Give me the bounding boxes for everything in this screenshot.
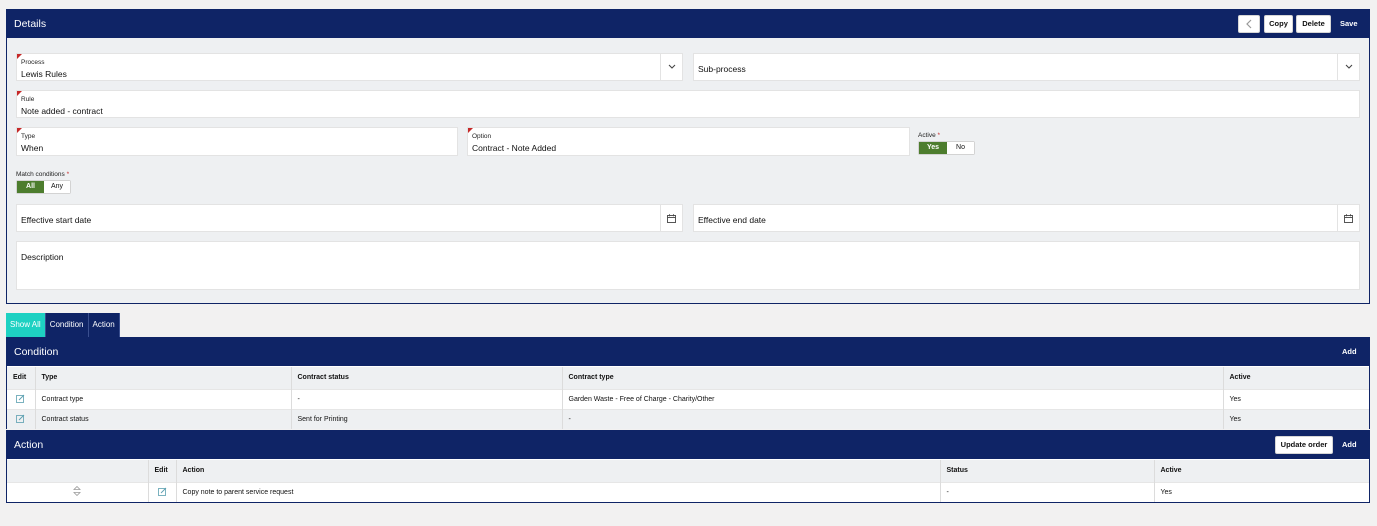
update-order-button[interactable]: Update order <box>1275 436 1333 454</box>
condition-header: Condition Add <box>7 338 1369 366</box>
active-cell: Yes <box>1223 388 1369 409</box>
chevron-down-icon[interactable] <box>1337 54 1359 80</box>
edit-icon[interactable] <box>157 487 167 496</box>
option-label: Option <box>472 133 492 140</box>
add-condition-button[interactable]: Add <box>1342 343 1357 361</box>
effective-start-date-field[interactable]: Effective start date <box>16 204 683 232</box>
match-all-option[interactable]: All <box>17 181 44 193</box>
chevron-down-icon[interactable] <box>660 54 682 80</box>
details-title: Details <box>14 18 47 30</box>
column-header: Active <box>1223 367 1369 389</box>
condition-panel: Condition Add Edit Type Contract status … <box>6 337 1370 429</box>
column-header: Contract type <box>562 367 1224 389</box>
rule-field[interactable]: Rule Note added - contract <box>16 90 1360 118</box>
description-field[interactable]: Description <box>16 241 1360 290</box>
process-label: Process <box>21 59 45 66</box>
status-cell: - <box>940 481 1155 502</box>
type-cell: Contract type <box>35 388 292 409</box>
tab-show-all[interactable]: Show All <box>6 313 46 337</box>
option-value: Contract - Note Added <box>472 143 557 153</box>
edit-icon[interactable] <box>16 414 25 423</box>
edit-cell <box>148 481 177 502</box>
details-panel: Details Copy Delete Save Process Lewis R… <box>6 9 1370 304</box>
action-table: Edit Action Status Active Copy note to p… <box>7 460 1369 502</box>
active-yes-option[interactable]: Yes <box>919 142 947 154</box>
active-label: Active * <box>918 132 941 139</box>
column-header: Type <box>35 367 292 389</box>
column-header: Edit <box>7 367 36 389</box>
subprocess-select[interactable]: Sub-process <box>693 53 1360 81</box>
copy-button[interactable]: Copy <box>1264 15 1293 33</box>
option-field[interactable]: Option Contract - Note Added <box>467 127 910 156</box>
active-no-option[interactable]: No <box>947 142 974 154</box>
contract-status-cell: - <box>291 388 563 409</box>
save-button[interactable]: Save <box>1340 15 1358 33</box>
table-row: Contract status Sent for Printing - Yes <box>7 408 1369 429</box>
drag-handle-icon[interactable] <box>73 486 82 497</box>
edit-cell <box>7 388 36 409</box>
section-tabs: Show All Condition Action <box>6 313 120 337</box>
column-header: Edit <box>148 460 177 482</box>
active-toggle: Yes No <box>918 141 975 155</box>
type-cell: Contract status <box>35 408 292 429</box>
tab-condition[interactable]: Condition <box>45 313 89 337</box>
contract-type-cell: - <box>562 408 1224 429</box>
rule-label: Rule <box>21 96 35 103</box>
effective-end-date-field[interactable]: Effective end date <box>693 204 1360 232</box>
match-conditions-label: Match conditions * <box>16 171 70 178</box>
condition-title: Condition <box>14 346 59 358</box>
column-header: Action <box>176 460 941 482</box>
table-header-row: Edit Action Status Active <box>7 460 1369 482</box>
action-header: Action Update order Add <box>7 431 1369 459</box>
column-header <box>7 460 149 482</box>
edit-cell <box>7 408 36 429</box>
table-row: Contract type - Garden Waste - Free of C… <box>7 388 1369 409</box>
active-cell: Yes <box>1223 408 1369 429</box>
process-value: Lewis Rules <box>21 69 67 79</box>
type-label: Type <box>21 133 36 140</box>
action-panel: Action Update order Add Edit Action Stat… <box>6 430 1370 503</box>
end-date-placeholder: Effective end date <box>698 215 766 225</box>
rule-value: Note added - contract <box>21 106 103 116</box>
tab-action[interactable]: Action <box>88 313 120 337</box>
delete-button[interactable]: Delete <box>1296 15 1331 33</box>
table-row: Copy note to parent service request - Ye… <box>7 481 1369 502</box>
table-header-row: Edit Type Contract status Contract type … <box>7 367 1369 389</box>
edit-icon[interactable] <box>16 394 25 403</box>
action-title: Action <box>14 439 44 451</box>
column-header: Contract status <box>291 367 563 389</box>
add-action-button[interactable]: Add <box>1342 436 1357 454</box>
back-icon <box>1246 19 1252 29</box>
drag-cell <box>7 481 149 502</box>
description-placeholder: Description <box>21 252 64 262</box>
action-cell: Copy note to parent service request <box>176 481 941 502</box>
match-any-option[interactable]: Any <box>44 181 70 193</box>
start-date-placeholder: Effective start date <box>21 215 92 225</box>
active-cell: Yes <box>1154 481 1369 502</box>
contract-type-cell: Garden Waste - Free of Charge - Charity/… <box>562 388 1224 409</box>
calendar-icon[interactable] <box>1337 205 1359 231</box>
contract-status-cell: Sent for Printing <box>291 408 563 429</box>
type-field[interactable]: Type When <box>16 127 458 156</box>
subprocess-placeholder: Sub-process <box>698 64 746 74</box>
column-header: Status <box>940 460 1155 482</box>
condition-table: Edit Type Contract status Contract type … <box>7 367 1369 429</box>
type-value: When <box>21 143 44 153</box>
column-header: Active <box>1154 460 1369 482</box>
process-select[interactable]: Process Lewis Rules <box>16 53 683 81</box>
calendar-icon[interactable] <box>660 205 682 231</box>
back-button[interactable] <box>1238 15 1260 33</box>
match-conditions-toggle: All Any <box>16 180 71 194</box>
details-header: Details Copy Delete Save <box>7 10 1369 38</box>
